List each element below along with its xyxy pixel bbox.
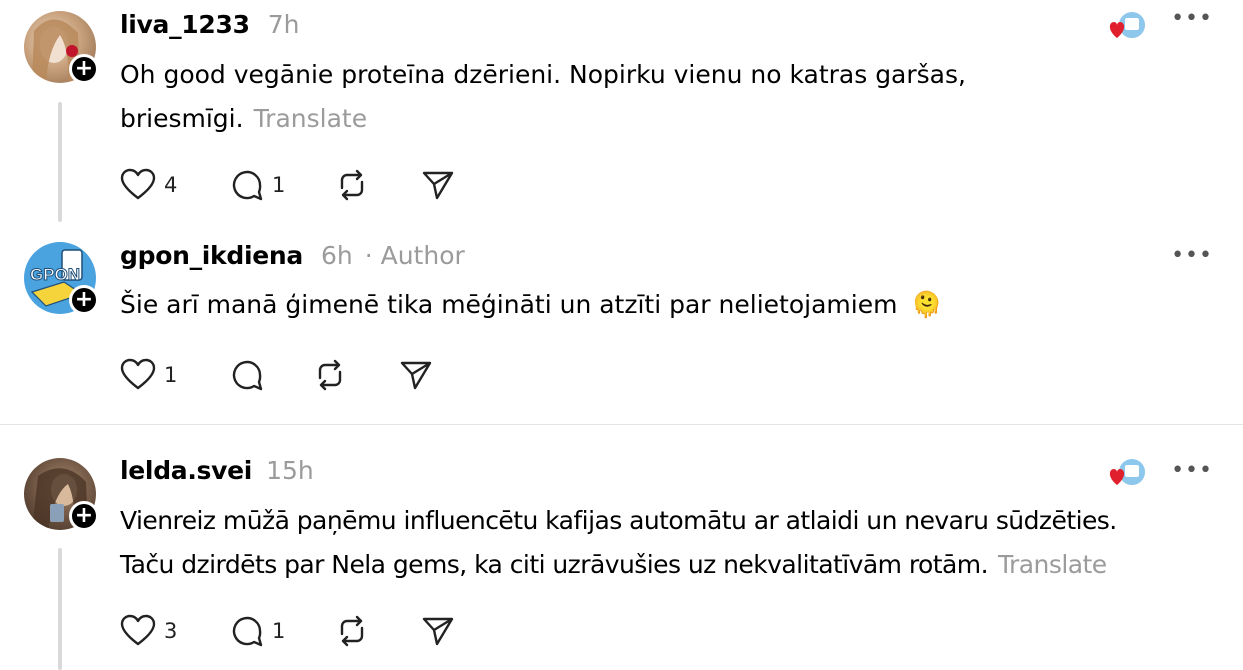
reaction-avatars[interactable] <box>1105 8 1147 42</box>
thread-line <box>58 102 62 222</box>
repost-icon <box>340 615 364 647</box>
reply-button[interactable]: 1 <box>230 614 285 648</box>
reply-button[interactable]: 1 <box>230 168 285 202</box>
post-text-line: Šie arī manā ģimenē tika mēģināti un atz… <box>120 290 898 319</box>
send-icon <box>422 171 454 200</box>
comment-icon <box>232 616 263 647</box>
avatar-text: GPON <box>30 265 80 284</box>
thread-divider <box>0 424 1243 425</box>
like-button[interactable]: 3 <box>120 614 177 648</box>
like-button[interactable]: 4 <box>120 168 177 202</box>
username[interactable]: liva_1233 <box>120 10 250 39</box>
post-text-line: Oh good vegānie proteīna dzērieni. Nopir… <box>120 60 966 89</box>
follow-plus-button[interactable]: + <box>69 54 99 84</box>
heart-icon <box>120 358 156 390</box>
share-button[interactable] <box>420 614 456 648</box>
post-header: gpon_ikdiena 6h · Author <box>120 241 465 270</box>
timestamp[interactable]: 15h <box>266 456 314 485</box>
post-text-line-2: Taču dzirdēts par Nela gems, ka citi uzr… <box>120 543 1117 587</box>
translate-link[interactable]: Translate <box>998 550 1107 579</box>
comment-icon <box>232 360 263 391</box>
more-options-icon[interactable]: ••• <box>1171 243 1213 268</box>
timestamp[interactable]: 6h <box>321 241 353 270</box>
more-options-icon[interactable]: ••• <box>1171 458 1213 483</box>
melting-face-emoji: 🫠 <box>911 290 943 319</box>
like-count: 1 <box>164 363 178 387</box>
post-text: Oh good vegānie proteīna dzērieni. Nopir… <box>120 53 966 141</box>
send-icon <box>422 617 454 646</box>
reply-count: 1 <box>272 173 286 197</box>
reactor-avatar-icon <box>1109 457 1147 487</box>
username[interactable]: lelda.svei <box>120 456 252 485</box>
reactor-avatar-icon <box>1109 10 1147 40</box>
author-badge: · Author <box>364 241 465 270</box>
username[interactable]: gpon_ikdiena <box>120 241 303 270</box>
post-text-fragment: Taču dzirdēts par Nela gems, ka citi uzr… <box>120 550 989 579</box>
repost-button[interactable] <box>334 168 370 202</box>
translate-link[interactable]: Translate <box>254 104 368 133</box>
comment-icon <box>232 170 263 201</box>
reply-button[interactable] <box>230 358 264 392</box>
repost-button[interactable] <box>334 614 370 648</box>
repost-icon <box>340 169 364 201</box>
follow-plus-button[interactable]: + <box>69 285 99 315</box>
thread-line <box>58 548 62 670</box>
send-icon <box>400 361 432 390</box>
share-button[interactable] <box>420 168 456 202</box>
repost-button[interactable] <box>312 358 348 392</box>
share-button[interactable] <box>398 358 434 392</box>
repost-icon <box>318 359 342 391</box>
post-text: Šie arī manā ģimenē tika mēģināti un atz… <box>120 283 943 327</box>
like-count: 4 <box>164 173 178 197</box>
like-button[interactable]: 1 <box>120 358 177 392</box>
heart-icon <box>120 168 156 200</box>
post-text: Vienreiz mūžā paņēmu influencētu kafijas… <box>120 499 1117 587</box>
reaction-avatars[interactable] <box>1105 455 1147 489</box>
more-options-icon[interactable]: ••• <box>1171 6 1213 31</box>
timestamp[interactable]: 7h <box>268 10 300 39</box>
like-count: 3 <box>164 619 178 643</box>
follow-plus-button[interactable]: + <box>69 501 99 531</box>
post-text-line: Vienreiz mūžā paņēmu influencētu kafijas… <box>120 506 1117 535</box>
post-header: liva_1233 7h <box>120 10 299 39</box>
reply-count: 1 <box>272 619 286 643</box>
post-text-line-2: briesmīgi. Translate <box>120 97 966 141</box>
post-text-fragment: briesmīgi. <box>120 104 244 133</box>
heart-icon <box>120 614 156 646</box>
post-header: lelda.svei 15h <box>120 456 314 485</box>
